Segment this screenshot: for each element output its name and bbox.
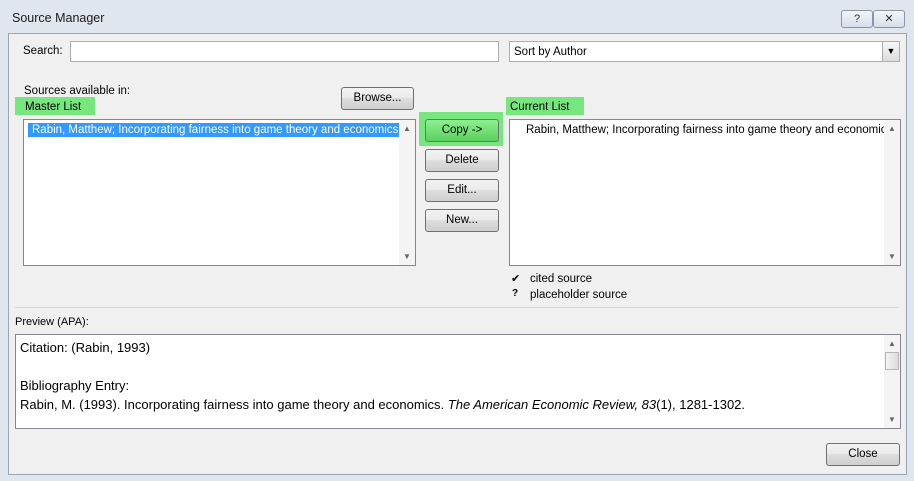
window-title: Source Manager	[12, 11, 105, 25]
current-list-label: Current List	[510, 101, 570, 113]
search-input[interactable]	[70, 41, 499, 62]
title-bar: Source Manager ? ✕	[0, 0, 914, 34]
sort-dropdown[interactable]: Sort by Author ▼	[509, 41, 900, 62]
edit-button[interactable]: Edit...	[425, 179, 499, 202]
search-label: Search:	[23, 45, 63, 57]
master-list-label: Master List	[25, 101, 82, 113]
list-item[interactable]: Rabin, Matthew; Incorporating fairness i…	[526, 124, 892, 136]
master-list-scrollbar[interactable]: ▲ ▼	[399, 120, 415, 265]
scroll-down-icon[interactable]: ▼	[884, 252, 900, 261]
sort-dropdown-value: Sort by Author	[514, 46, 587, 58]
sources-available-label: Sources available in:	[24, 85, 131, 97]
checkmark-icon: ✔	[511, 273, 521, 285]
close-window-button[interactable]: ✕	[873, 10, 905, 28]
copy-button[interactable]: Copy ->	[425, 119, 499, 142]
preview-scrollbar[interactable]: ▲ ▼	[884, 335, 900, 428]
chevron-down-icon[interactable]: ▼	[882, 42, 899, 61]
scroll-up-icon[interactable]: ▲	[884, 339, 900, 348]
bibliography-journal: The American Economic Review, 83	[447, 397, 657, 412]
new-button[interactable]: New...	[425, 209, 499, 232]
browse-button[interactable]: Browse...	[341, 87, 414, 110]
dialog-body: Search: Sort by Author ▼ Sources availab…	[8, 33, 907, 475]
preview-label: Preview (APA):	[15, 316, 89, 328]
help-button[interactable]: ?	[841, 10, 873, 28]
delete-button[interactable]: Delete	[425, 149, 499, 172]
section-divider	[15, 307, 899, 308]
bibliography-text: Rabin, M. (1993). Incorporating fairness…	[20, 397, 448, 412]
master-list-box[interactable]: Rabin, Matthew; Incorporating fairness i…	[23, 119, 416, 266]
scroll-up-icon[interactable]: ▲	[884, 124, 900, 133]
close-button[interactable]: Close	[826, 443, 900, 466]
scroll-thumb[interactable]	[885, 352, 899, 370]
scroll-down-icon[interactable]: ▼	[399, 252, 415, 261]
current-list-scrollbar[interactable]: ▲ ▼	[884, 120, 900, 265]
scroll-up-icon[interactable]: ▲	[399, 124, 415, 133]
preview-bibliography-entry: Rabin, M. (1993). Incorporating fairness…	[20, 397, 745, 412]
current-list-box[interactable]: Rabin, Matthew; Incorporating fairness i…	[509, 119, 901, 266]
preview-box[interactable]: Citation: (Rabin, 1993) Bibliography Ent…	[15, 334, 901, 429]
bibliography-issue: (1), 1281-1302.	[656, 397, 746, 412]
preview-citation: Citation: (Rabin, 1993)	[20, 340, 151, 355]
cited-source-legend: cited source	[530, 273, 593, 285]
placeholder-source-legend: placeholder source	[530, 289, 628, 301]
question-mark-icon: ?	[512, 288, 519, 299]
preview-bibliography-heading: Bibliography Entry:	[20, 378, 130, 393]
list-item[interactable]: Rabin, Matthew; Incorporating fairness i…	[28, 123, 403, 137]
scroll-down-icon[interactable]: ▼	[884, 415, 900, 424]
